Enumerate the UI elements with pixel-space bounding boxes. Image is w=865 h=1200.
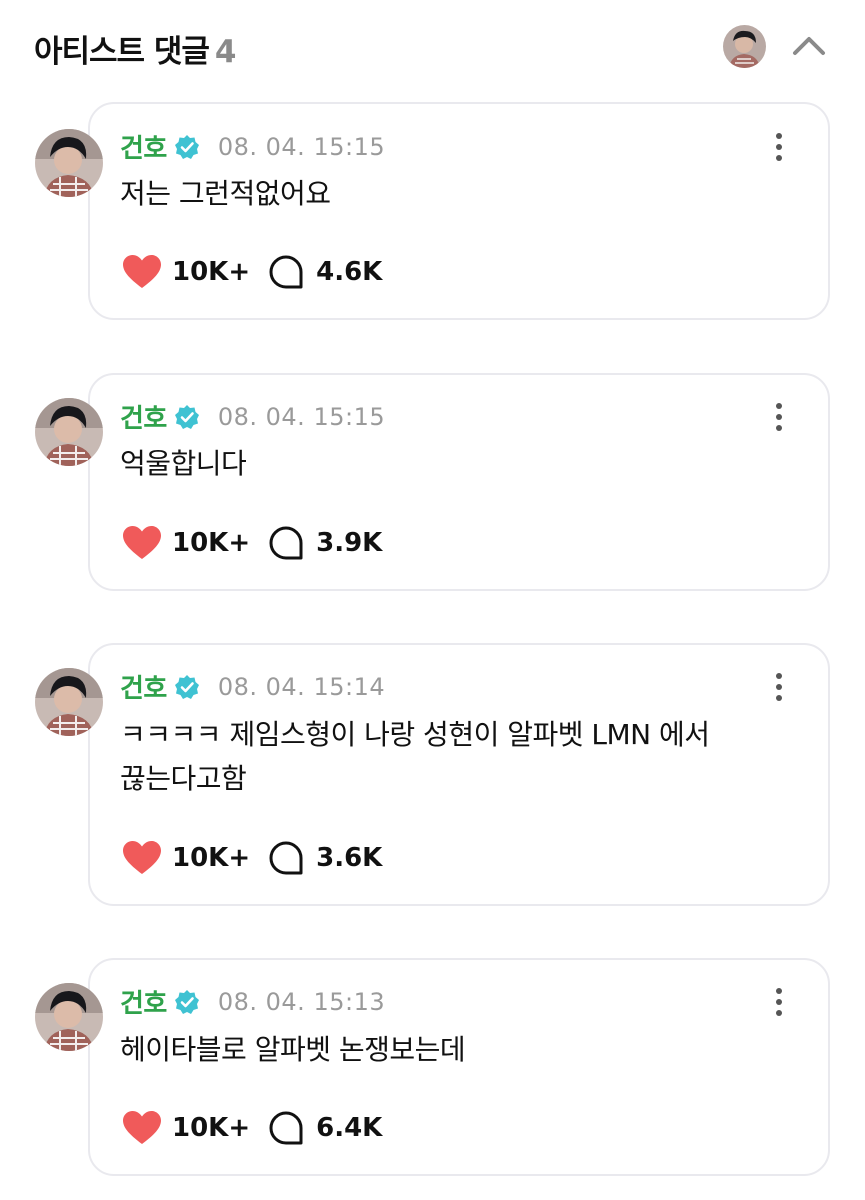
heart-icon[interactable] — [122, 254, 162, 290]
more-dot — [776, 425, 782, 431]
heart-icon[interactable] — [122, 525, 162, 561]
comment-text: ㅋㅋㅋㅋ 제임스형이 나랑 성현이 알파벳 LMN 에서 끊는다고함 — [120, 718, 710, 795]
author-name[interactable]: 건호 — [120, 668, 167, 705]
more-options-button[interactable] — [768, 130, 790, 164]
comment-actions: 10K+ 6.4K — [122, 1110, 382, 1146]
speech-bubble-icon[interactable] — [268, 840, 304, 876]
more-dot — [776, 155, 782, 161]
more-options-button[interactable] — [768, 985, 790, 1019]
author-avatar[interactable] — [35, 398, 103, 466]
more-vertical-icon — [776, 403, 782, 409]
comment-count: 4 — [214, 34, 237, 70]
like-count: 10K+ — [172, 843, 251, 873]
verified-badge-icon — [174, 674, 199, 699]
more-dot — [776, 1010, 782, 1016]
author-name[interactable]: 건호 — [120, 398, 167, 435]
more-dot — [776, 684, 782, 690]
speech-bubble-icon[interactable] — [268, 1110, 304, 1146]
heart-icon[interactable] — [122, 1110, 162, 1146]
comment-meta: 건호 08. 04. 15:15 — [120, 398, 385, 435]
comment-actions: 10K+ 3.6K — [122, 840, 382, 876]
comment-text: 헤이타블로 알파벳 논쟁보는데 — [120, 1033, 466, 1066]
more-vertical-icon — [776, 673, 782, 679]
more-dot — [776, 999, 782, 1005]
heart-icon[interactable] — [122, 840, 162, 876]
author-avatar[interactable] — [35, 668, 103, 736]
comment-meta: 건호 08. 04. 15:14 — [120, 668, 385, 705]
section-title: 아티스트 댓글 4 — [34, 26, 236, 71]
more-dot — [776, 695, 782, 701]
reply-count: 4.6K — [316, 257, 383, 287]
verified-badge-icon — [174, 134, 199, 159]
section-title-label: 아티스트 댓글 — [34, 34, 210, 70]
comment-actions: 10K+ 3.9K — [122, 525, 382, 561]
comment-actions: 10K+ 4.6K — [122, 254, 382, 290]
reply-count: 6.4K — [316, 1113, 383, 1143]
comment-text: 저는 그런적없어요 — [120, 177, 331, 210]
comment-timestamp: 08. 04. 15:14 — [217, 672, 386, 701]
speech-bubble-icon[interactable] — [268, 525, 304, 561]
author-avatar[interactable] — [35, 983, 103, 1051]
author-name[interactable]: 건호 — [120, 983, 167, 1020]
verified-badge-icon — [174, 989, 199, 1014]
more-dot — [776, 144, 782, 150]
comment-meta: 건호 08. 04. 15:13 — [120, 983, 385, 1020]
author-avatar[interactable] — [35, 129, 103, 197]
author-name[interactable]: 건호 — [120, 128, 167, 165]
more-options-button[interactable] — [768, 400, 790, 434]
collapse-button[interactable] — [788, 28, 830, 64]
more-vertical-icon — [776, 988, 782, 994]
more-dot — [776, 414, 782, 420]
reply-count: 3.9K — [316, 528, 383, 558]
like-count: 10K+ — [172, 257, 251, 287]
reply-count: 3.6K — [316, 843, 383, 873]
more-vertical-icon — [776, 133, 782, 139]
chevron-up-icon — [793, 37, 825, 55]
verified-badge-icon — [174, 404, 199, 429]
comment-meta: 건호 08. 04. 15:15 — [120, 128, 385, 165]
like-count: 10K+ — [172, 528, 251, 558]
artist-comments-header: 아티스트 댓글 4 — [0, 0, 865, 92]
artist-avatar[interactable] — [723, 25, 766, 68]
speech-bubble-icon[interactable] — [268, 254, 304, 290]
comment-timestamp: 08. 04. 15:13 — [217, 987, 386, 1016]
like-count: 10K+ — [172, 1113, 251, 1143]
comment-timestamp: 08. 04. 15:15 — [217, 402, 386, 431]
more-options-button[interactable] — [768, 670, 790, 704]
comment-text: 억울합니다 — [120, 447, 247, 480]
comment-timestamp: 08. 04. 15:15 — [217, 132, 386, 161]
